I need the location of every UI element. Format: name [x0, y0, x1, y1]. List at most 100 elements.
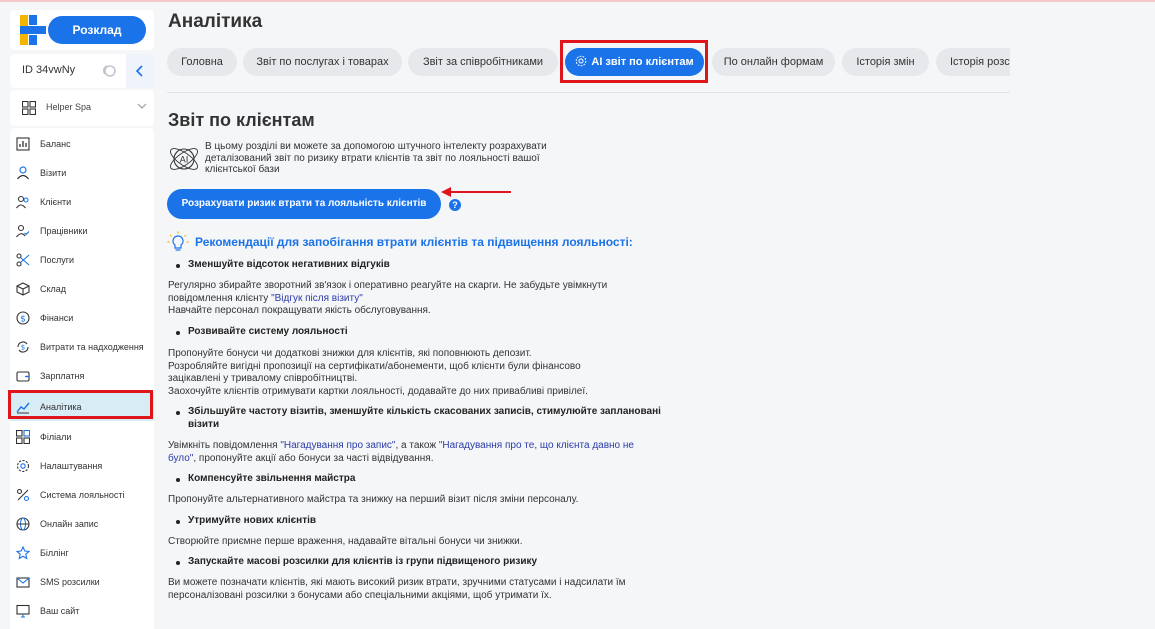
recommendation-body: Увімкніть повідомлення "Нагадування про …	[168, 440, 688, 465]
sidebar-item-label: Витрати та надходження	[40, 341, 144, 352]
report-intro: В цьому розділі ви можете за допомогою ш…	[205, 141, 547, 175]
sidebar-item-label: Послуги	[40, 254, 75, 265]
wallet-icon	[15, 368, 31, 384]
recommendation-text: Ви можете позначати клієнтів, які мають …	[168, 577, 626, 588]
tab-services-report[interactable]: Звіт по послугах і товарах	[243, 48, 402, 76]
collapse-sidebar-button[interactable]	[126, 54, 154, 88]
recommendation-heading: Утримуйте нових клієнтів	[168, 515, 688, 528]
recommendation-item: Зменшуйте відсоток негативних відгуків	[168, 259, 688, 272]
logo-card: Розклад	[10, 10, 154, 50]
dollar-icon: $	[15, 310, 31, 326]
sidebar-item-visits[interactable]: Візити	[10, 158, 154, 187]
recommendation-text: повідомлення клієнту	[168, 292, 272, 304]
sidebar-item-website[interactable]: Ваш сайт	[10, 596, 154, 625]
recommendation-body: Пропонуйте альтернативного майстра та зн…	[168, 494, 688, 507]
sidebar-item-label: Система лояльності	[40, 489, 125, 500]
svg-text:$: $	[20, 314, 26, 324]
branch-selector[interactable]: Helper Spa	[10, 90, 154, 126]
sidebar-item-balance[interactable]: Баланс	[10, 129, 154, 158]
long-absence-reminder-link-cont[interactable]: було"	[168, 453, 193, 464]
logo-icon[interactable]	[20, 15, 46, 45]
sidebar-item-label: Працівники	[40, 225, 88, 236]
appointment-reminder-link[interactable]: "Нагадування про запис"	[280, 440, 395, 451]
report-title: Звіт по клієнтам	[168, 110, 315, 130]
arrow-annotation-icon	[441, 187, 511, 197]
sidebar-item-label: Філіали	[40, 431, 72, 442]
scissors-icon	[15, 252, 31, 268]
people-icon	[15, 194, 31, 210]
sidebar-item-label: SMS розсилки	[40, 576, 100, 587]
recommendation-text: Створюйте приємне перше враження, надава…	[168, 536, 523, 547]
recommendation-text: Заохочуйте клієнтів отримувати картки ло…	[168, 385, 588, 397]
recommendation-heading: Збільшуйте частоту візитів, зменшуйте кі…	[168, 406, 688, 419]
chart-bars-icon	[15, 136, 31, 152]
money-cycle-icon: $	[15, 339, 31, 355]
tab-home[interactable]: Головна	[167, 48, 237, 76]
grid-icon	[15, 429, 31, 445]
recommendation-heading: Зменшуйте відсоток негативних відгуків	[168, 259, 688, 272]
sidebar-item-billing[interactable]: Біллінг	[10, 538, 154, 567]
recommendation-heading: Компенсуйте звільнення майстра	[168, 473, 688, 486]
sidebar: Розклад ID 34vwNy Helper Spa Баланс Візи…	[0, 2, 160, 629]
lightbulb-icon	[167, 231, 189, 251]
recommendation-text: Регулярно збирайте зворотний зв'язок і о…	[168, 280, 608, 291]
feedback-after-visit-link[interactable]: "Відгук після візиту"	[271, 293, 363, 304]
sidebar-item-warehouse[interactable]: Склад	[10, 274, 154, 303]
gear-icon	[15, 458, 31, 474]
sidebar-item-salary[interactable]: Зарплатня	[10, 361, 154, 390]
tab-change-history[interactable]: Історія змін	[842, 48, 929, 76]
percent-icon	[15, 487, 31, 503]
calculate-risk-button[interactable]: Розрахувати ризик втрати та лояльність к…	[167, 189, 441, 219]
account-id: ID 34vwNy	[22, 64, 76, 76]
recommendation-text: Розробляйте вигідні пропозиції на сертиф…	[168, 360, 581, 372]
sidebar-item-label: Баланс	[40, 138, 71, 149]
sidebar-item-clients[interactable]: Клієнти	[10, 187, 154, 216]
recommendation-body: Ви можете позначати клієнтів, які мають …	[168, 577, 688, 602]
recommendation-text: , пропонуйте акції або бонуси за часті в…	[193, 452, 434, 464]
tab-mailing-history[interactable]: Історія розс	[936, 48, 1010, 76]
sidebar-item-loyalty[interactable]: Система лояльності	[10, 480, 154, 509]
tab-employees-report[interactable]: Звіт за співробітниками	[408, 48, 558, 76]
recommendation-text: зацікавлені у тривалому співробітництві.	[168, 373, 358, 384]
recommendation-text: Навчайте персонал покращувати якість обс…	[168, 305, 431, 316]
sidebar-item-label: Візити	[40, 167, 67, 178]
sidebar-item-employees[interactable]: Працівники	[10, 216, 154, 245]
person-icon	[15, 165, 31, 181]
chevron-left-icon	[135, 65, 143, 77]
sidebar-item-expenses-income[interactable]: $ Витрати та надходження	[10, 332, 154, 361]
recommendation-text: Увімкніть повідомлення	[168, 440, 281, 451]
sidebar-item-label: Клієнти	[40, 196, 72, 207]
mail-icon	[15, 574, 31, 590]
recommendation-text: Пропонуйте альтернативного майстра та зн…	[168, 494, 579, 505]
sidebar-item-services[interactable]: Послуги	[10, 245, 154, 274]
schedule-button[interactable]: Розклад	[48, 16, 146, 44]
sidebar-item-branches[interactable]: Філіали	[10, 422, 154, 451]
box-icon	[15, 281, 31, 297]
divider	[167, 92, 1010, 93]
long-absence-reminder-link[interactable]: "Нагадування про те, що клієнта давно не	[439, 440, 634, 451]
sidebar-item-label: Фінанси	[40, 312, 74, 323]
monitor-icon	[15, 603, 31, 619]
sidebar-item-settings[interactable]: Налаштування	[10, 451, 154, 480]
account-id-card: ID 34vwNy	[10, 54, 154, 88]
grid-icon	[22, 101, 36, 115]
highlight-frame	[560, 40, 708, 83]
recommendation-body: Регулярно збирайте зворотний зв'язок і о…	[168, 280, 688, 318]
sidebar-item-finance[interactable]: $ Фінанси	[10, 303, 154, 332]
branch-name: Helper Spa	[46, 102, 92, 112]
sidebar-item-analytics[interactable]: Аналітика	[8, 390, 154, 421]
help-icon[interactable]: ?	[449, 199, 461, 211]
sidebar-item-label: Біллінг	[40, 547, 69, 558]
sidebar-item-label: Налаштування	[40, 460, 103, 471]
star-icon	[15, 545, 31, 561]
sidebar-item-sms[interactable]: SMS розсилки	[10, 567, 154, 596]
sidebar-item-label: Ваш сайт	[40, 605, 80, 616]
tab-online-forms[interactable]: По онлайн формам	[712, 48, 835, 76]
recommendation-heading-cont: візити	[168, 419, 688, 432]
sidebar-item-label: Онлайн запис	[40, 518, 99, 529]
copy-icon[interactable]	[101, 63, 117, 79]
sidebar-item-online-booking[interactable]: Онлайн запис	[10, 509, 154, 538]
recommendations-title: Рекомендації для запобігання втрати кліє…	[195, 235, 633, 249]
sidebar-menu: Баланс Візити Клієнти Працівники Послуги…	[8, 128, 154, 629]
recommendation-item: Збільшуйте частоту візитів, зменшуйте кі…	[168, 406, 688, 431]
